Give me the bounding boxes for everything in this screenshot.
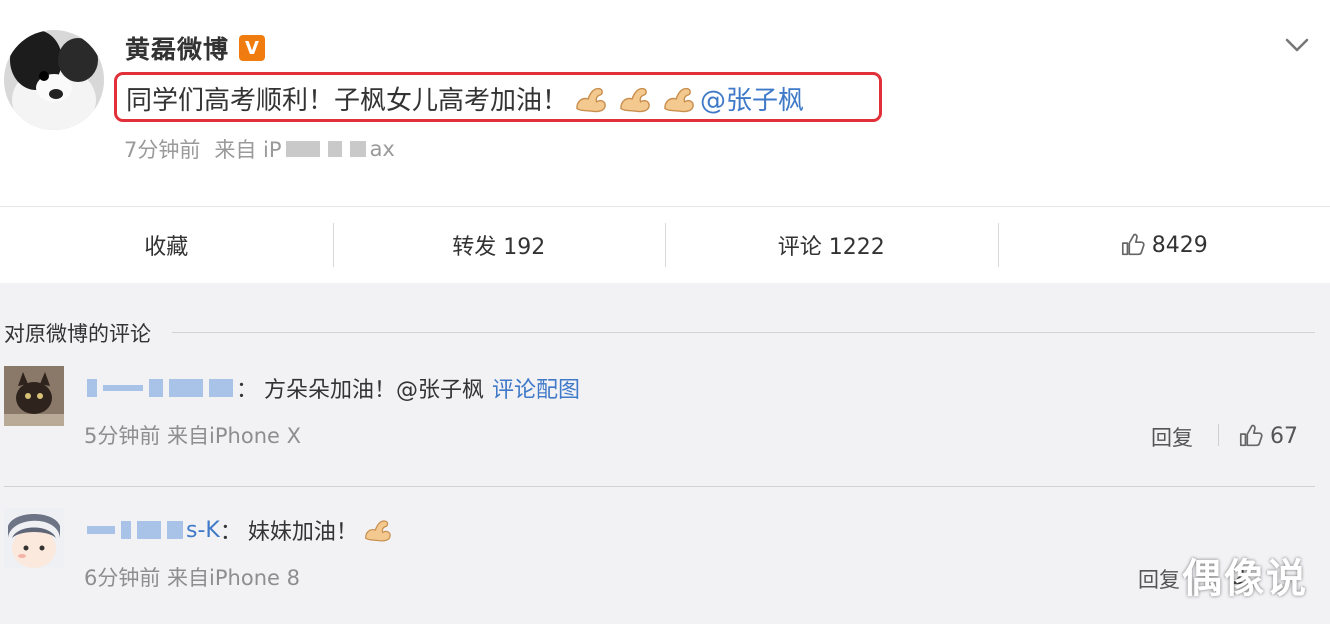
blurred-text <box>149 379 163 397</box>
comment-colon: ： <box>219 520 242 545</box>
blurred-text <box>285 141 320 157</box>
blurred-text <box>209 379 233 397</box>
flexed-biceps-icon <box>664 87 694 112</box>
mention-link[interactable]: @张子枫 <box>700 80 804 117</box>
weibo-post: 黄磊微博 V 同学们高考顺利！子枫女儿高考加油！ @张子枫 7分钟前 来自 iP… <box>0 0 1330 206</box>
commenter-avatar[interactable] <box>4 366 64 426</box>
post-meta: 7分钟前 来自 iP ax <box>124 134 395 164</box>
comment-button[interactable]: 评论 1222 <box>665 207 998 283</box>
flexed-biceps-icon <box>576 87 606 112</box>
post-source-prefix: 来自 iP <box>214 138 282 162</box>
favorite-label: 收藏 <box>144 235 189 260</box>
author-avatar[interactable] <box>4 30 104 130</box>
comment-divider <box>4 486 1315 487</box>
comment-label: 评论 1222 <box>777 235 885 260</box>
comment-meta: 5分钟前 来自iPhone X <box>84 424 301 448</box>
comment-meta: 6分钟前 来自iPhone 8 <box>84 566 300 590</box>
chevron-down-icon[interactable] <box>1282 30 1312 60</box>
commenter-name[interactable]: s-K <box>84 518 220 543</box>
like-button[interactable]: 8429 <box>997 207 1330 283</box>
blurred-text <box>121 521 131 539</box>
flexed-biceps-icon <box>620 87 650 112</box>
comment-text: 方朵朵加油！@张子枫 <box>264 378 485 403</box>
comment-image-link[interactable]: 评论配图 <box>492 372 580 404</box>
commenter-avatar[interactable] <box>4 508 64 568</box>
thumbs-up-icon <box>1121 233 1145 256</box>
thumbs-up-icon <box>1239 424 1263 447</box>
flexed-biceps-icon <box>364 520 391 542</box>
post-source: 来自 iP ax <box>214 134 394 164</box>
watermark: 偶像说 <box>1182 556 1308 602</box>
favorite-button[interactable]: 收藏 <box>0 207 333 283</box>
post-source-suffix: ax <box>369 137 395 161</box>
reply-button[interactable]: 回复 <box>1138 564 1180 594</box>
comment-text: 妹妹加油！ <box>247 520 358 545</box>
reply-button[interactable]: 回复 <box>1151 422 1193 452</box>
comment-body: ： 方朵朵加油！@张子枫 评论配图 <box>84 372 580 404</box>
comment-body: s-K ： 妹妹加油！ <box>84 514 396 546</box>
post-time: 7分钟前 <box>124 138 201 162</box>
repost-label: 转发 192 <box>452 235 546 260</box>
blurred-text <box>169 379 203 397</box>
blurred-text <box>87 526 115 534</box>
blurred-text <box>167 521 183 539</box>
action-bar: 收藏 转发 192 评论 1222 8429 <box>0 207 1330 283</box>
post-text: 同学们高考顺利！子枫女儿高考加油！ @张子枫 <box>126 80 804 117</box>
divider <box>1218 424 1219 446</box>
section-divider <box>172 332 1315 333</box>
comment-colon: ： <box>236 378 259 403</box>
author-row: 黄磊微博 V <box>125 30 266 66</box>
blurred-text <box>327 141 342 157</box>
section-title: 对原微博的评论 <box>4 322 151 346</box>
like-count: 8429 <box>1151 232 1208 258</box>
comment-like-button[interactable]: 67 <box>1238 423 1298 449</box>
commenter-name-suffix: s-K <box>186 517 220 543</box>
blurred-text <box>87 379 97 397</box>
verified-badge-icon: V <box>239 35 266 61</box>
comment-like-count: 67 <box>1270 423 1298 449</box>
blurred-text <box>349 141 366 157</box>
blurred-text <box>103 385 143 391</box>
commenter-name[interactable] <box>84 379 236 397</box>
author-name[interactable]: 黄磊微博 <box>125 30 229 66</box>
post-text-body: 同学们高考顺利！子枫女儿高考加油！ <box>126 86 569 116</box>
blurred-text <box>137 521 161 539</box>
repost-button[interactable]: 转发 192 <box>332 207 666 283</box>
